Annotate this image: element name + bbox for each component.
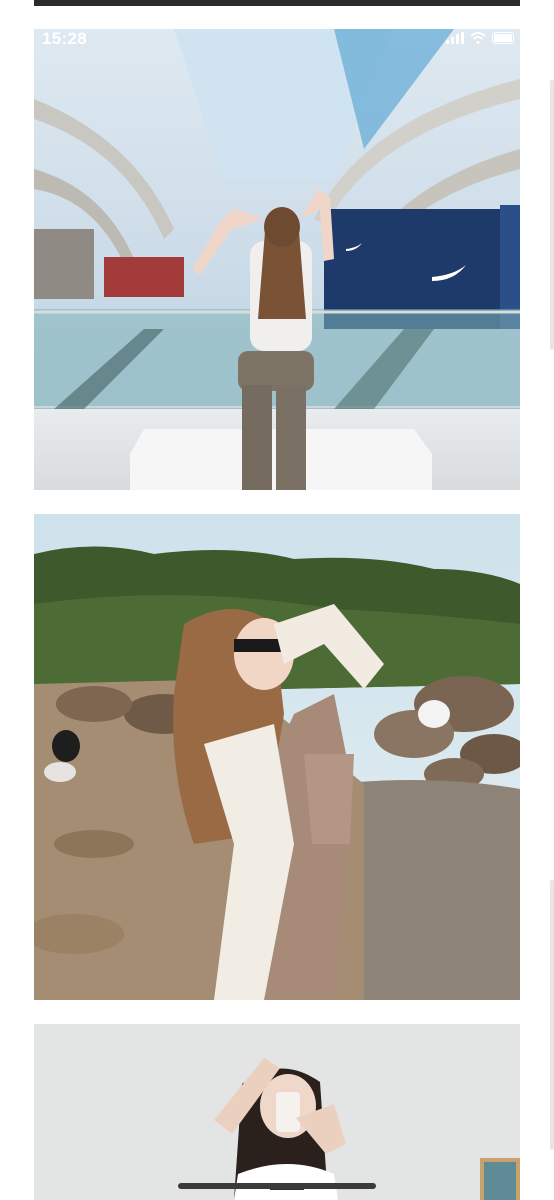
mirror-selfie-photo[interactable] [34, 1024, 520, 1200]
mall-photo[interactable]: 15:28 [34, 29, 520, 490]
beach-photo[interactable] [34, 514, 520, 1000]
mirror-selfie-photo-image [34, 1024, 520, 1200]
home-indicator[interactable] [178, 1183, 376, 1189]
mall-photo-image [34, 29, 520, 490]
previous-photo-edge[interactable] [34, 0, 520, 6]
photo-feed-page: 15:28 [0, 0, 554, 1200]
scrollbar-thumb[interactable] [550, 880, 554, 1150]
cellular-signal-icon [446, 32, 464, 44]
beach-photo-image [34, 514, 520, 1000]
status-icons [446, 32, 516, 44]
status-time: 15:28 [42, 29, 87, 48]
scrollbar-track[interactable] [550, 80, 554, 350]
wifi-icon [470, 32, 486, 44]
battery-icon [492, 32, 514, 44]
status-bar: 15:28 [34, 29, 520, 55]
